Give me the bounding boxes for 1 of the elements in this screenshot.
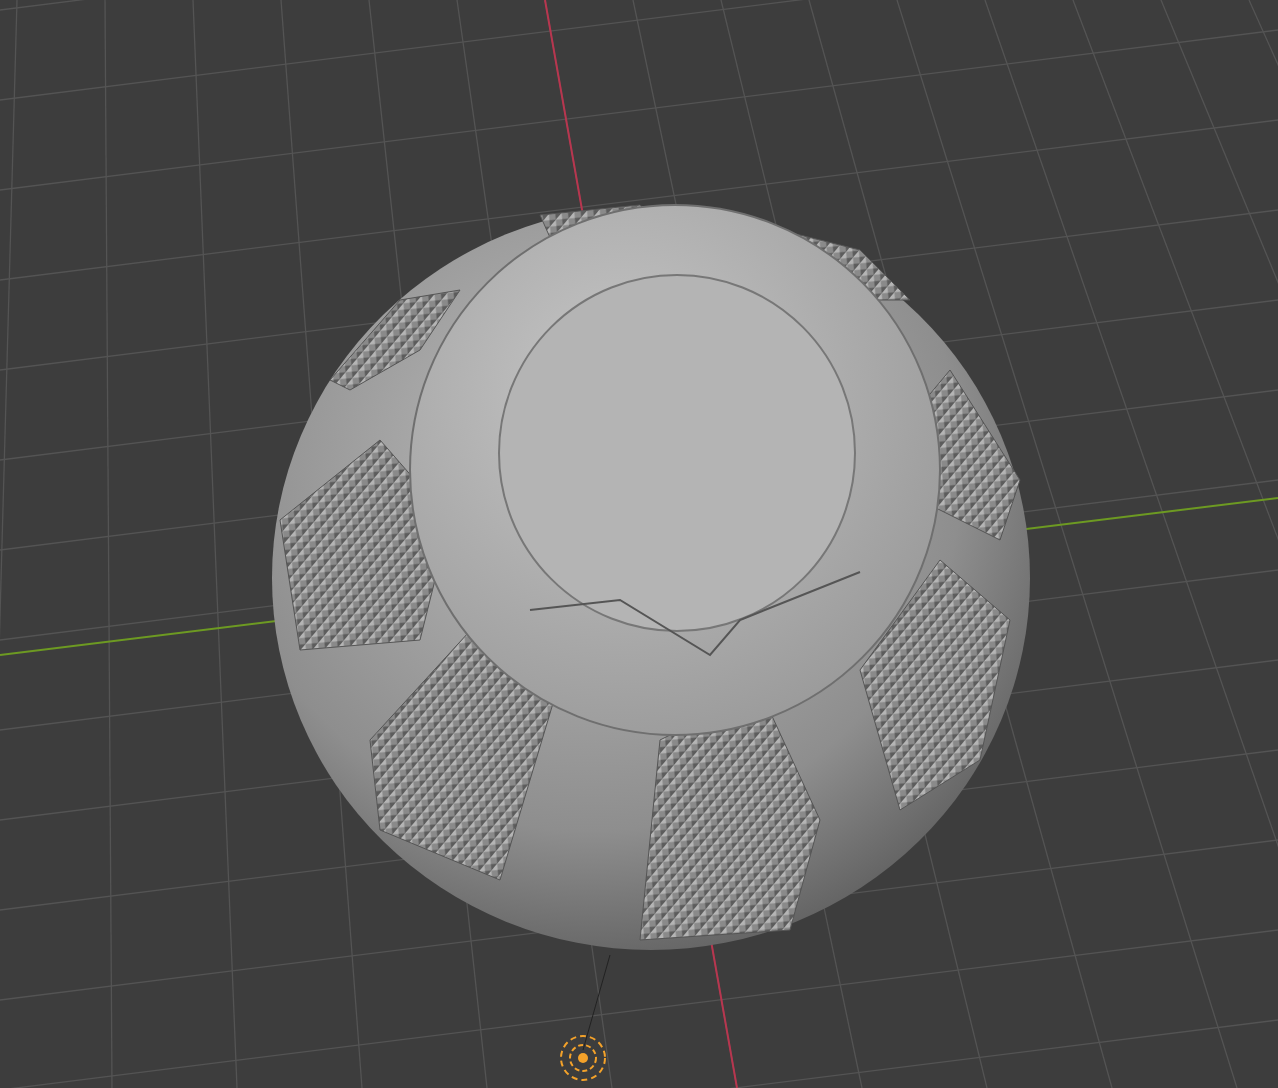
light-icon[interactable] <box>560 954 611 1081</box>
